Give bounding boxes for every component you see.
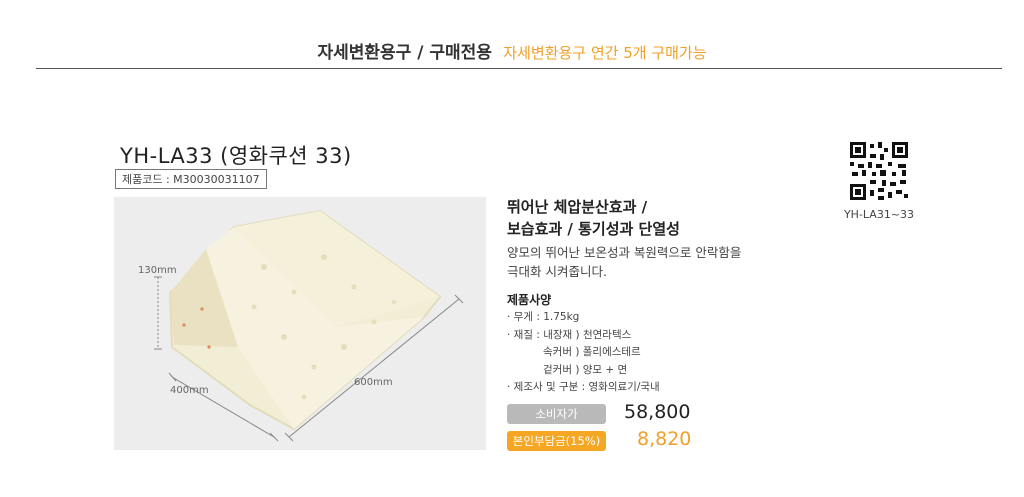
spec-title: 제품사양 <box>507 293 552 307</box>
qr-caption: YH-LA31~33 <box>843 208 915 221</box>
feature-headline-line1: 뛰어난 체압분산효과 / <box>507 198 648 216</box>
consumer-price-value: 58,800 <box>624 401 691 423</box>
feature-description-line2: 극대화 시켜줍니다. <box>507 264 607 279</box>
spec-item-weight: · 무게 : 1.75kg <box>507 311 580 323</box>
header-divider <box>36 68 1002 69</box>
feature-headline: 뛰어난 체압분산효과 / 보습효과 / 통기성과 단열성 <box>507 196 680 240</box>
spec-list: · 무게 : 1.75kg · 재질 : 내장재 ) 천연라텍스 속커버 ) 폴… <box>507 309 660 397</box>
spec-item-inner-cover: 속커버 ) 폴리에스테르 <box>543 346 641 359</box>
category-title: 자세변환용구 / 구매전용 <box>317 43 492 63</box>
feature-description-line1: 양모의 뛰어난 보온성과 복원력으로 안락함을 <box>507 245 742 260</box>
purchase-limit-note: 자세변환용구 연간 5개 구매가능 <box>503 44 707 62</box>
dimension-length-label: 600mm <box>354 377 393 388</box>
dimension-width-label: 400mm <box>170 385 209 396</box>
qr-code[interactable] <box>848 140 910 202</box>
copay-price-value: 8,820 <box>637 428 692 450</box>
feature-description: 양모의 뛰어난 보온성과 복원력으로 안락함을 극대화 시켜줍니다. <box>507 243 741 281</box>
consumer-price-badge: 소비자가 <box>507 404 606 424</box>
product-title: YH-LA33 (영화쿠션 33) <box>120 144 352 168</box>
copay-price-badge: 본인부담금(15%) <box>507 431 606 451</box>
product-image: 130mm 400mm 600mm <box>114 197 486 450</box>
page-header: 자세변환용구 / 구매전용 자세변환용구 연간 5개 구매가능 <box>0 38 1024 63</box>
product-code: 제품코드 : M30030031107 <box>115 169 267 189</box>
dimension-height-label: 130mm <box>138 265 177 276</box>
spec-item-outer-cover: 겉커버 ) 양모 + 면 <box>543 363 628 376</box>
spec-item-manufacturer: · 제조사 및 구분 : 영화의료기/국내 <box>507 381 660 394</box>
feature-headline-line2: 보습효과 / 통기성과 단열성 <box>507 220 680 238</box>
spec-item-material: · 재질 : 내장재 ) 천연라텍스 <box>507 328 632 341</box>
